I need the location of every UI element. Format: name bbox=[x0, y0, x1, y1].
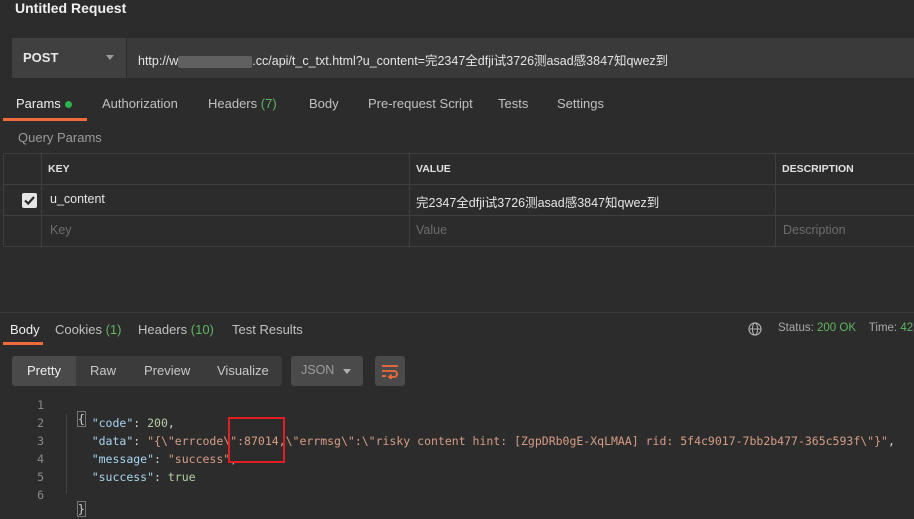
time-label: Time: bbox=[868, 322, 898, 334]
json-string: "{\"errcode\" bbox=[147, 434, 238, 448]
line-number: 6 bbox=[37, 488, 44, 502]
line-number: 5 bbox=[37, 470, 44, 484]
key-placeholder[interactable]: Key bbox=[50, 223, 72, 237]
wrap-lines-button[interactable] bbox=[375, 356, 405, 386]
active-dot-icon bbox=[64, 101, 72, 109]
tab-params[interactable]: Params bbox=[16, 96, 72, 111]
format-pretty[interactable]: Pretty bbox=[27, 363, 61, 378]
column-header-description: DESCRIPTION bbox=[782, 163, 854, 175]
column-header-key: KEY bbox=[48, 163, 70, 175]
status-label: Status: bbox=[778, 322, 814, 334]
cookies-count: (1) bbox=[105, 322, 122, 337]
response-headers-count: (10) bbox=[190, 322, 214, 337]
headers-count: (7) bbox=[260, 96, 277, 111]
tab-tests[interactable]: Tests bbox=[498, 96, 528, 111]
response-tab-headers[interactable]: Headers (10) bbox=[138, 322, 214, 337]
description-placeholder[interactable]: Description bbox=[783, 223, 846, 237]
tab-settings[interactable]: Settings bbox=[557, 96, 604, 111]
check-icon bbox=[24, 196, 35, 206]
table-border-top bbox=[3, 153, 914, 154]
response-active-underline bbox=[3, 342, 43, 345]
table-border-bottom bbox=[3, 246, 914, 247]
response-tab-cookies[interactable]: Cookies (1) bbox=[55, 322, 121, 337]
value-placeholder[interactable]: Value bbox=[416, 223, 447, 237]
json-boolean: true bbox=[167, 470, 196, 484]
annotation-highlight-box bbox=[228, 417, 285, 463]
url-prefix: http://w bbox=[138, 54, 179, 68]
json-number: 200 bbox=[147, 416, 168, 430]
json-string: \"errmsg\":\"risky content hint: [ZgpDRb… bbox=[285, 434, 888, 448]
request-title[interactable]: Untitled Request bbox=[15, 0, 126, 16]
url-suffix: .cc/api/t_c_txt.html?u_content=完2347全dfj… bbox=[252, 54, 669, 68]
redacted-blur bbox=[178, 55, 253, 68]
json-string: "success" bbox=[167, 452, 231, 466]
active-tab-underline bbox=[3, 118, 87, 121]
json-key: "success" bbox=[91, 470, 155, 484]
param-enabled-checkbox[interactable] bbox=[22, 193, 37, 208]
table-col-border bbox=[775, 153, 776, 247]
code-line-3[interactable]: "data": "{\"errcode\":87014,\"errmsg\":\… bbox=[64, 434, 895, 448]
json-key: "data" bbox=[91, 434, 134, 448]
query-params-heading: Query Params bbox=[18, 130, 102, 145]
table-border bbox=[3, 184, 914, 185]
cookies-label: Cookies bbox=[55, 322, 102, 337]
table-col-border bbox=[41, 153, 42, 247]
response-tab-test-results[interactable]: Test Results bbox=[232, 322, 303, 337]
language-label[interactable]: JSON bbox=[301, 363, 334, 377]
status-badge: 200 OK bbox=[817, 322, 857, 334]
tab-body[interactable]: Body bbox=[309, 96, 339, 111]
format-raw[interactable]: Raw bbox=[90, 363, 116, 378]
tab-params-label: Params bbox=[16, 96, 61, 111]
code-line-6[interactable]: } bbox=[64, 488, 86, 517]
format-visualize[interactable]: Visualize bbox=[217, 363, 269, 378]
time-value: 42 bbox=[900, 322, 914, 334]
param-key-cell[interactable]: u_content bbox=[50, 192, 105, 206]
tab-authorization[interactable]: Authorization bbox=[102, 96, 178, 111]
tab-prerequest-script[interactable]: Pre-request Script bbox=[368, 96, 473, 111]
tab-headers[interactable]: Headers (7) bbox=[208, 96, 277, 111]
code-line-4[interactable]: "message": "success", bbox=[64, 452, 237, 466]
globe-icon[interactable] bbox=[748, 322, 762, 339]
line-number: 1 bbox=[37, 398, 44, 412]
response-status: Status: 200 OK Time: 42 bbox=[778, 322, 913, 334]
tab-headers-label: Headers bbox=[208, 96, 258, 111]
chevron-down-icon[interactable] bbox=[106, 55, 114, 60]
code-line-5[interactable]: "success": true bbox=[64, 470, 196, 484]
column-header-value: VALUE bbox=[416, 163, 451, 175]
code-line-2[interactable]: "code": 200, bbox=[64, 416, 175, 430]
response-tab-body[interactable]: Body bbox=[10, 322, 40, 337]
chevron-down-icon[interactable] bbox=[343, 369, 351, 374]
line-number: 2 bbox=[37, 416, 44, 430]
table-col-border bbox=[3, 153, 4, 247]
pane-divider[interactable] bbox=[0, 312, 914, 313]
json-close-brace: } bbox=[76, 501, 86, 517]
url-input[interactable]: http://w .cc/api/t_c_txt.html?u_content=完… bbox=[138, 50, 668, 69]
wrap-icon bbox=[382, 365, 398, 379]
line-number: 3 bbox=[37, 434, 44, 448]
table-col-border bbox=[409, 153, 410, 247]
json-key: "message" bbox=[91, 452, 155, 466]
param-value-cell[interactable]: 完2347全dfji试3726测asad感3847知qwez到 bbox=[416, 192, 659, 211]
format-preview[interactable]: Preview bbox=[144, 363, 190, 378]
response-headers-label: Headers bbox=[138, 322, 188, 337]
line-number: 4 bbox=[37, 452, 44, 466]
method-label[interactable]: POST bbox=[23, 50, 58, 65]
json-key: "code" bbox=[91, 416, 134, 430]
table-border bbox=[3, 215, 914, 216]
